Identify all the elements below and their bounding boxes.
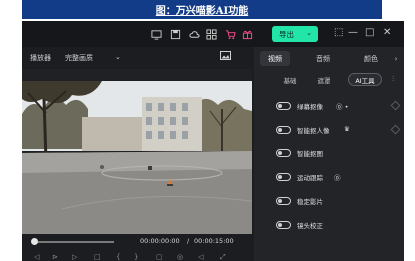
window-layout-icon[interactable]: ⬚ xyxy=(334,27,343,38)
keyframe-icon[interactable] xyxy=(390,124,401,135)
info-icon[interactable]: ⓪ • xyxy=(336,101,348,111)
figure-caption-text: 图：万兴喵影AI功能 xyxy=(155,6,249,17)
crown-icon: ♛ xyxy=(344,125,350,133)
close-icon[interactable]: ✕ xyxy=(383,27,391,38)
ai-tool-row-cutout: 智能抠图 xyxy=(254,144,404,162)
player-label: 播放器 xyxy=(30,54,51,62)
ai-tool-label: 运动跟踪 xyxy=(297,174,323,182)
video-preview[interactable] xyxy=(22,69,253,234)
figure-caption: 图：万兴喵影AI功能 xyxy=(22,0,382,19)
ai-tool-row-chroma-key: 绿幕抠像 ⓪ • xyxy=(254,97,404,115)
monitor-icon[interactable] xyxy=(150,28,162,40)
toggle-switch[interactable] xyxy=(276,102,291,110)
current-time: 00:00:00:00 xyxy=(140,237,180,245)
export-label: 导出 xyxy=(279,29,294,39)
maximize-icon[interactable]: □ xyxy=(365,27,374,38)
play-icon[interactable]: ▷ xyxy=(72,253,77,261)
properties-panel: 视频 音频 颜色 › 基础 遮罩 AI工具 ⫶ 绿幕抠像 ⓪ • 智能抠人像 ♛… xyxy=(254,47,404,261)
info-icon[interactable]: ⓪ xyxy=(334,172,341,182)
ai-tool-row-motion-tracking: 运动跟踪 ⓪ xyxy=(254,168,404,186)
tab-color[interactable]: 颜色 xyxy=(356,51,386,66)
grid-icon[interactable] xyxy=(205,28,217,40)
ai-tool-label: 镜头校正 xyxy=(297,222,323,230)
subtab-basic[interactable]: 基础 xyxy=(276,73,304,86)
toggle-switch[interactable] xyxy=(276,197,291,205)
title-bar: 导出 ⌄ ⬚ — □ ✕ xyxy=(22,21,404,47)
ai-tool-label: 智能抠图 xyxy=(297,150,323,158)
expand-icon[interactable]: ⤢ xyxy=(220,253,226,261)
save-icon[interactable] xyxy=(169,28,181,40)
ai-tool-label: 稳定影片 xyxy=(297,198,323,206)
fullscreen-icon[interactable]: ▢ xyxy=(156,253,163,261)
panel-subtabs: 基础 遮罩 AI工具 ⫶ xyxy=(254,69,404,89)
ai-tool-label: 绿幕抠像 xyxy=(297,103,323,111)
snapshot-icon[interactable] xyxy=(220,51,231,63)
time-separator: / xyxy=(187,237,190,245)
playhead-handle[interactable] xyxy=(31,238,38,245)
toggle-switch[interactable] xyxy=(276,221,291,229)
toggle-switch[interactable] xyxy=(276,173,291,181)
playback-bar: 00:00:00:00 / 00:00:15:00 ◁ ⊳ ▷ □ { } ▢ … xyxy=(22,234,252,261)
mark-icon[interactable]: { xyxy=(116,253,120,261)
subtab-ai-tools[interactable]: AI工具 xyxy=(348,73,382,86)
toggle-switch[interactable] xyxy=(276,126,291,134)
gift-icon[interactable] xyxy=(241,28,253,40)
stop-icon[interactable]: □ xyxy=(94,253,101,261)
minimize-icon[interactable]: — xyxy=(348,27,358,38)
ai-tool-row-stabilize: 稳定影片 xyxy=(254,192,404,210)
chevron-down-icon[interactable]: ⌄ xyxy=(115,53,121,61)
camera-icon[interactable]: ◎ xyxy=(177,253,183,261)
chevron-right-icon[interactable]: › xyxy=(390,51,402,66)
cloud-icon[interactable] xyxy=(188,28,200,40)
timeline-track[interactable] xyxy=(34,241,114,243)
ai-tool-label: 智能抠人像 xyxy=(297,127,330,135)
tab-video[interactable]: 视频 xyxy=(260,51,290,66)
chevron-down-icon[interactable]: ⌄ xyxy=(306,29,312,37)
player-header: 播放器 完整画质 ⌄ xyxy=(22,47,252,69)
more-icon[interactable]: ⫶ xyxy=(388,73,398,86)
total-time: 00:00:15:00 xyxy=(194,237,234,245)
cart-icon[interactable] xyxy=(224,28,236,40)
app-window: 导出 ⌄ ⬚ — □ ✕ 播放器 完整画质 ⌄ 00:00:00:00 / 00… xyxy=(22,21,404,261)
ai-tool-row-lens-correction: 镜头校正 xyxy=(254,216,404,234)
tab-audio[interactable]: 音频 xyxy=(308,51,338,66)
prev-frame-icon[interactable]: ◁ xyxy=(34,253,39,261)
panel-tabs: 视频 音频 颜色 › xyxy=(254,47,404,69)
export-button[interactable]: 导出 ⌄ xyxy=(272,26,318,42)
keyframe-icon[interactable] xyxy=(390,100,401,111)
step-back-icon[interactable]: ⊳ xyxy=(52,253,58,261)
quality-select[interactable]: 完整画质 xyxy=(65,53,93,63)
toggle-switch[interactable] xyxy=(276,149,291,157)
mark-out-icon[interactable]: } xyxy=(134,253,138,261)
subtab-mask[interactable]: 遮罩 xyxy=(312,73,336,86)
ai-tool-row-portrait: 智能抠人像 ♛ xyxy=(254,121,404,139)
volume-icon[interactable]: ◁ xyxy=(198,253,203,261)
